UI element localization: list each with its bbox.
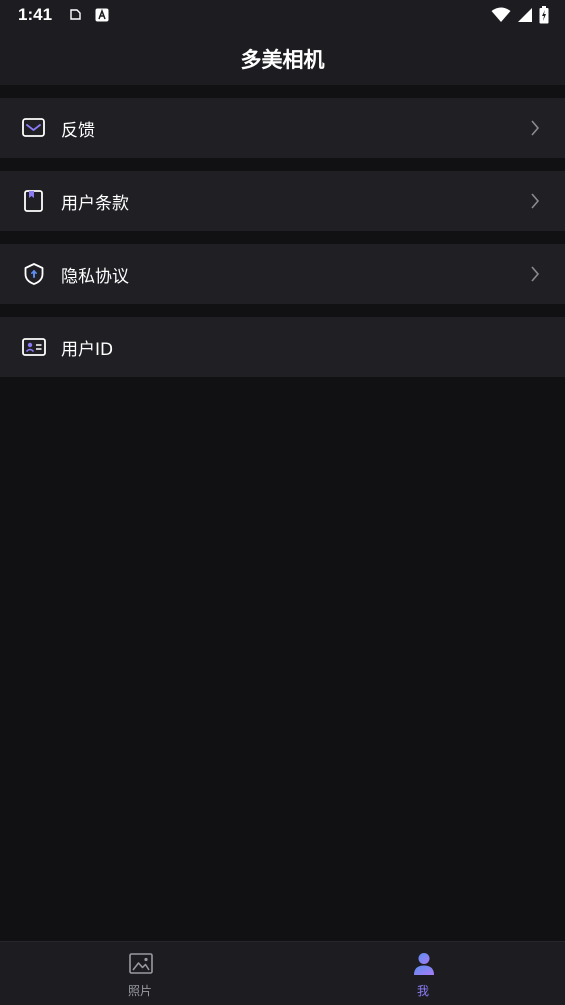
image-icon <box>128 951 154 977</box>
menu-item-privacy-policy[interactable]: 隐私协议 <box>0 244 565 304</box>
shield-icon <box>21 262 47 286</box>
menu-item-user-terms[interactable]: 用户条款 <box>0 171 565 231</box>
app-header: 多美相机 <box>0 32 565 85</box>
mail-icon <box>21 116 47 140</box>
bookmark-book-icon <box>21 189 47 213</box>
chevron-right-icon <box>529 118 541 138</box>
status-bar: 1:41 <box>0 0 565 32</box>
battery-icon <box>539 6 549 28</box>
bottom-nav: 照片 我 <box>0 941 565 1005</box>
menu-item-user-id[interactable]: 用户ID <box>0 317 565 377</box>
notification-app-icon <box>68 7 83 26</box>
menu-item-label: 用户ID <box>61 340 114 360</box>
tab-label: 我 <box>416 984 429 998</box>
cellular-signal-icon <box>517 7 533 27</box>
chevron-right-icon <box>529 191 541 211</box>
page-title: 多美相机 <box>240 48 325 72</box>
menu-item-label: 隐私协议 <box>61 267 129 287</box>
person-icon <box>411 951 437 977</box>
chevron-right-icon <box>529 264 541 284</box>
status-time: 1:41 <box>18 5 53 24</box>
notification-font-icon <box>95 7 109 26</box>
menu-item-label: 反馈 <box>61 121 95 141</box>
menu-item-feedback[interactable]: 反馈 <box>0 98 565 158</box>
tab-label: 照片 <box>127 984 152 998</box>
tab-me[interactable]: 我 <box>363 942 483 1005</box>
wifi-icon <box>491 7 511 27</box>
tab-photos[interactable]: 照片 <box>80 942 200 1005</box>
id-card-icon <box>21 335 47 359</box>
menu-item-label: 用户条款 <box>61 194 129 214</box>
